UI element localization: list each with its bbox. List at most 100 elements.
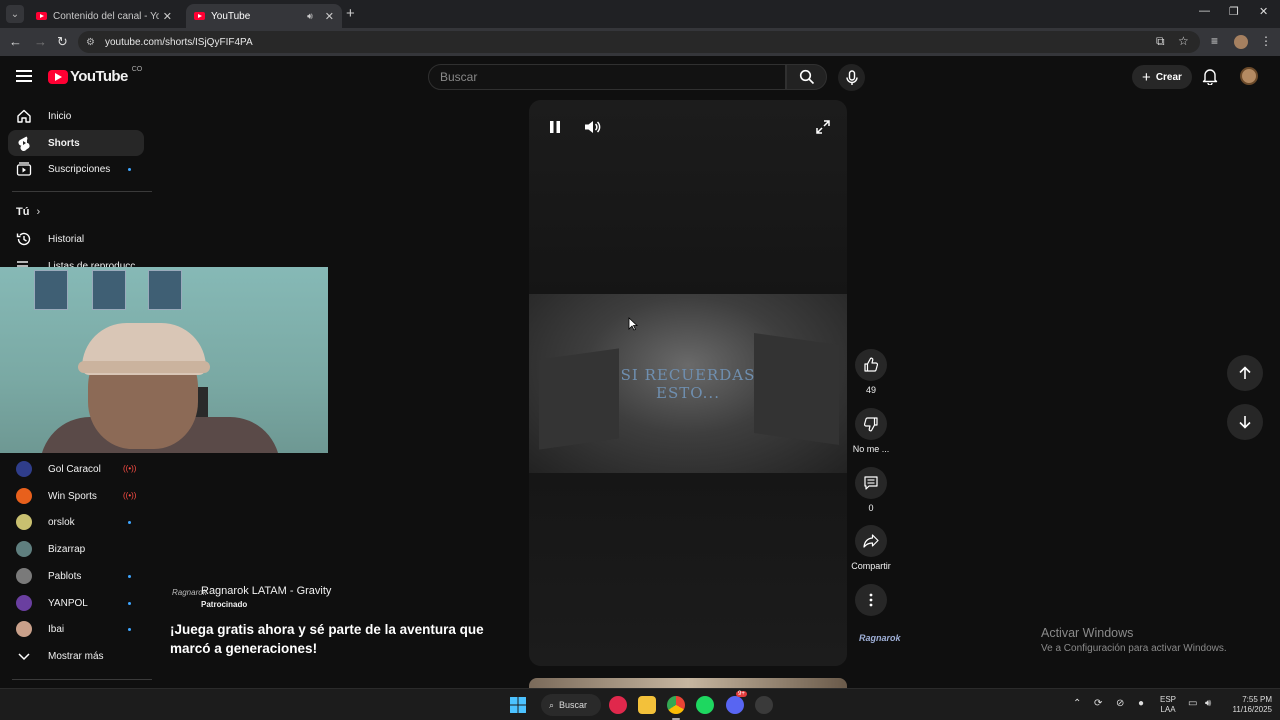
pause-button[interactable]	[544, 116, 566, 138]
bookmark-star-icon[interactable]: ☆	[1178, 34, 1189, 48]
thumbs-up-icon	[864, 357, 879, 372]
advertiser-name[interactable]: Ragnarok LATAM - Gravity	[201, 585, 331, 597]
search-placeholder: Buscar	[440, 70, 478, 84]
chrome-icon[interactable]	[667, 696, 685, 714]
taskbar-search[interactable]: ⌕ Buscar	[541, 694, 601, 716]
clock-date: 11/16/2025	[1232, 705, 1272, 714]
site-info-icon[interactable]: ⚙	[86, 37, 95, 48]
tab-search-button[interactable]: ⌄	[6, 5, 24, 23]
opera-icon[interactable]	[609, 696, 627, 714]
sync-icon[interactable]: ⟳	[1094, 698, 1102, 709]
close-icon[interactable]: ✕	[163, 10, 172, 23]
install-app-icon[interactable]: ⧉	[1156, 34, 1165, 49]
show-more-label: Mostrar más	[48, 651, 104, 662]
search-icon: ⌕	[549, 699, 555, 710]
menu-icon[interactable]	[16, 70, 32, 82]
subscription-ibai[interactable]: Ibai	[8, 616, 144, 642]
tab-youtube[interactable]: YouTube 🔊︎ ✕	[186, 4, 342, 28]
comments-button[interactable]	[855, 467, 887, 499]
chevron-up-icon[interactable]: ⌃	[1073, 698, 1081, 709]
volume-icon[interactable]: 🔊︎	[1205, 698, 1211, 709]
more-actions-button[interactable]	[855, 584, 887, 616]
shorts-player[interactable]: SI RECUERDAS ESTO...	[529, 100, 847, 666]
forward-icon[interactable]: →	[34, 34, 47, 49]
advertiser-logo[interactable]: Ragnarok	[172, 588, 207, 606]
ad-title[interactable]: ¡Juega gratis ahora y sé parte de la ave…	[170, 620, 500, 658]
close-icon[interactable]: ✕	[325, 10, 334, 23]
search-icon	[799, 69, 814, 85]
spotify-icon[interactable]	[696, 696, 714, 714]
like-button[interactable]	[855, 349, 887, 381]
share-button[interactable]	[855, 525, 887, 557]
media-control-icon[interactable]: ≡	[1211, 34, 1218, 48]
subscription-win-sports[interactable]: Win Sports ((•))	[8, 483, 144, 509]
previous-short-button[interactable]	[1227, 355, 1263, 391]
search-button[interactable]	[786, 64, 827, 90]
subscription-pablots[interactable]: Pablots	[8, 563, 144, 589]
steam-icon[interactable]	[755, 696, 773, 714]
show-more-button[interactable]: Mostrar más	[8, 643, 144, 669]
comment-count: 0	[868, 503, 874, 513]
subscription-gol-caracol[interactable]: Gol Caracol ((•))	[8, 456, 144, 482]
video-caption-line1: SI RECUERDAS	[620, 366, 756, 384]
tab-strip: ⌄ Contenido del canal - YouTube ✕ YouTub…	[0, 0, 1280, 28]
next-short-preview[interactable]	[529, 678, 847, 688]
search-input[interactable]: Buscar	[428, 64, 786, 90]
file-explorer-icon[interactable]	[638, 696, 656, 714]
back-icon[interactable]: ←	[9, 34, 22, 49]
like-count: 49	[865, 385, 876, 395]
new-content-dot	[128, 521, 131, 524]
discord-icon[interactable]: 9+	[726, 691, 747, 714]
new-content-dot	[128, 575, 131, 578]
arrow-down-icon	[1239, 416, 1251, 429]
sidebar-item-history[interactable]: Historial	[8, 226, 144, 252]
new-tab-button[interactable]: +	[346, 5, 355, 22]
display-icon[interactable]: ▭	[1188, 698, 1197, 709]
reload-icon[interactable]: ↻	[57, 34, 68, 50]
sidebar-item-shorts[interactable]: Shorts	[8, 130, 144, 156]
subscription-bizarrap[interactable]: Bizarrap	[8, 536, 144, 562]
windows-start-icon[interactable]	[509, 696, 527, 714]
subscription-yanpol[interactable]: YANPOL	[8, 590, 144, 616]
volume-button[interactable]	[582, 116, 604, 138]
fullscreen-button[interactable]	[812, 116, 834, 138]
microphone-icon[interactable]: ●	[1138, 698, 1144, 709]
channel-avatar	[16, 541, 32, 557]
tab-channel-content[interactable]: Contenido del canal - YouTube ✕	[28, 4, 180, 28]
activation-watermark-subtitle: Ve a Configuración para activar Windows.	[1041, 643, 1227, 654]
share-icon	[863, 534, 879, 548]
next-short-button[interactable]	[1227, 404, 1263, 440]
subscription-orslok[interactable]: orslok	[8, 509, 144, 535]
language-indicator[interactable]: ESP LAA	[1160, 695, 1176, 715]
channel-name: Ibai	[48, 624, 65, 635]
you-section-link[interactable]: Tú ›	[16, 206, 40, 218]
video-bottom-area	[529, 473, 847, 666]
restore-icon[interactable]: ❐	[1229, 5, 1239, 18]
url-field[interactable]: ⚙ youtube.com/shorts/ISjQyFIF4PA	[78, 31, 1200, 53]
comment-icon	[864, 476, 878, 490]
browser-menu-icon[interactable]: ⋮	[1260, 34, 1272, 48]
sidebar-item-home[interactable]: Inicio	[8, 103, 144, 129]
share-label: Compartir	[851, 561, 891, 571]
network-off-icon[interactable]: ⊘	[1116, 698, 1124, 709]
youtube-favicon-icon	[194, 12, 205, 20]
account-avatar[interactable]	[1240, 67, 1258, 85]
create-button[interactable]: + Crear	[1132, 65, 1192, 89]
channel-logo[interactable]: Ragnarok	[859, 633, 901, 643]
minimize-icon[interactable]: —	[1199, 5, 1210, 17]
system-clock[interactable]: 7:55 PM 11/16/2025	[1222, 695, 1272, 715]
dislike-button[interactable]	[855, 408, 887, 440]
voice-search-button[interactable]	[838, 64, 865, 91]
speaker-icon[interactable]: 🔊︎	[307, 11, 313, 22]
browser-profile-avatar[interactable]	[1234, 35, 1248, 49]
video-caption-line2: ESTO...	[656, 384, 720, 402]
chevron-right-icon: ›	[36, 206, 41, 218]
channel-name: Pablots	[48, 571, 82, 582]
youtube-logo[interactable]: YouTube CO	[48, 66, 142, 85]
notifications-button[interactable]	[1202, 68, 1218, 90]
mouse-cursor-icon	[628, 317, 638, 331]
sidebar-item-subscriptions[interactable]: Suscripciones	[8, 156, 144, 182]
video-frame: SI RECUERDAS ESTO...	[529, 294, 847, 473]
youtube-play-icon	[48, 69, 68, 84]
window-close-icon[interactable]: ✕	[1259, 5, 1268, 18]
